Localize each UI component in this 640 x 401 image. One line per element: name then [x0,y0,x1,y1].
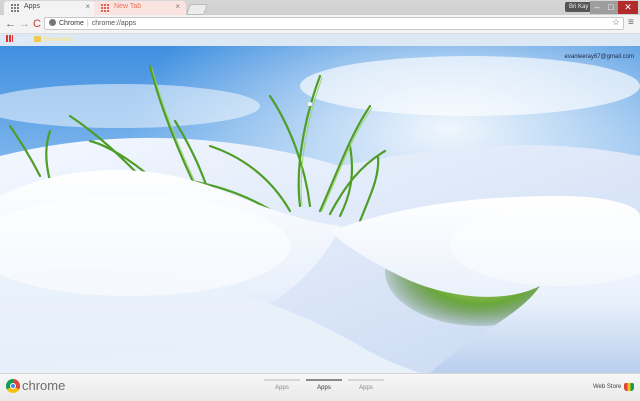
omnibox-separator: | [86,20,89,27]
reload-icon[interactable]: C [33,17,41,31]
profile-button[interactable]: Bri Kay [565,2,593,12]
web-store-icon[interactable] [624,383,634,391]
page-indicator-3[interactable]: Apps [348,379,384,391]
snow-grass-wallpaper [0,46,640,373]
apps-grid-icon [101,4,109,12]
star-icon[interactable]: ☆ [612,17,620,28]
bookmark-folder-label: Bookmarks [44,37,75,43]
title-bar: Apps × New Tab × Bri Kay – □ ✕ [0,0,640,15]
new-tab-button[interactable] [185,4,209,15]
page-indicator-label: Apps [359,385,373,391]
page-indicator-label: Apps [317,385,331,391]
url-text: chrome://apps [91,20,137,27]
apps-grid-icon [11,4,19,12]
tab-label: Apps [24,3,40,10]
menu-icon[interactable]: ≡ [628,17,634,28]
bookmark-apps-label: Apps [16,37,30,43]
user-email[interactable]: evanleeray67@gmail.com [565,54,634,60]
tab-label: New Tab [114,3,142,10]
page-indicator-bar [264,379,300,381]
chevron-right-icon[interactable]: › [616,206,620,220]
launcher-bottom-bar: chrome Apps Apps Apps Web Store [0,373,640,401]
tab-apps[interactable]: Apps × [4,1,96,15]
folder-icon [34,36,41,42]
address-bar[interactable]: Chrome | chrome://apps [44,17,624,30]
back-arrow-icon[interactable]: ← [5,17,16,31]
chevron-left-icon[interactable]: ‹ [18,206,22,220]
close-window-button[interactable]: ✕ [618,1,638,14]
chrome-page-icon [49,19,56,26]
chrome-logo-icon [6,379,20,393]
toolbar: ← → C Chrome | chrome://apps ☆ ≡ [0,15,640,34]
minimize-button[interactable]: – [590,1,604,14]
page-indicator-2[interactable]: Apps [306,379,342,391]
forward-arrow-icon[interactable]: → [19,17,30,31]
apps-grid-icon [6,35,13,42]
apps-page-background: evanleeray67@gmail.com ‹ › [0,46,640,373]
omnibox-chip: Chrome [59,20,84,27]
bookmark-apps[interactable]: Apps [6,34,30,46]
bookmarks-bar: Apps Bookmarks [0,34,640,46]
page-indicator-bar [348,379,384,381]
page-indicator-bar [306,379,342,381]
tab-new-tab[interactable]: New Tab × [94,1,186,15]
page-indicator-1[interactable]: Apps [264,379,300,391]
close-icon[interactable]: × [175,2,180,11]
web-store-link[interactable]: Web Store [593,384,621,390]
bookmark-folder[interactable]: Bookmarks [34,34,74,46]
maximize-button[interactable]: □ [604,1,618,14]
close-icon[interactable]: × [85,2,90,11]
brand-wordmark: chrome [22,378,66,393]
page-indicator-label: Apps [275,385,289,391]
